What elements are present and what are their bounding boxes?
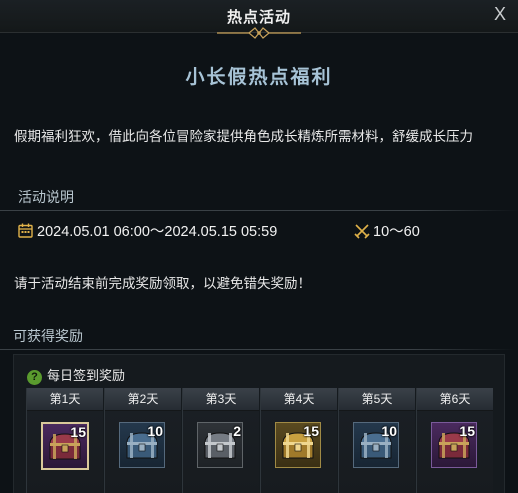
- day-5-column: 第5天 10: [338, 388, 415, 493]
- reward-count: 15: [459, 423, 475, 439]
- daily-signin-title: 每日签到奖励: [47, 368, 126, 383]
- day-label: 第1天: [27, 388, 103, 411]
- reward-count: 10: [381, 423, 397, 439]
- event-description: 假期福利狂欢，借此向各位冒险家提供角色成长精炼所需材料，舒缓成长压力: [14, 129, 473, 144]
- help-icon[interactable]: ?: [27, 370, 42, 385]
- event-time-range: 2024.05.01 06:00～2024.05.15 05:59: [37, 224, 278, 240]
- reward-slot[interactable]: 15: [275, 422, 321, 468]
- day-1-column: 第1天 15: [26, 388, 103, 493]
- day-list: 第1天 15 第2天 10 第3天 2 第4天 15 第5天 10 第6天 15: [26, 388, 494, 493]
- reward-slot[interactable]: 15: [431, 422, 477, 468]
- day-2-column: 第2天 10: [104, 388, 181, 493]
- day-6-column: 第6天 15: [416, 388, 493, 493]
- crossed-swords-icon: [354, 224, 370, 239]
- reward-count: 15: [70, 424, 86, 440]
- day-label: 第6天: [417, 388, 493, 411]
- calendar-icon: [18, 223, 33, 238]
- section-divider: [0, 210, 518, 211]
- day-label: 第3天: [183, 388, 259, 411]
- event-level: 10～60: [354, 220, 420, 241]
- event-level-range: 10～60: [373, 224, 420, 240]
- title-bar: 热点活动 X: [0, 0, 518, 39]
- day-3-column: 第3天 2: [182, 388, 259, 493]
- reward-slot[interactable]: 2: [197, 422, 243, 468]
- event-title: 小长假热点福利: [185, 67, 333, 88]
- daily-signin-panel: ? 每日签到奖励 第1天 15 第2天 10 第3天 2 第4天 15 第5天 10 第6天 15: [13, 354, 505, 493]
- section-rewards-label: 可获得奖励: [13, 328, 83, 344]
- section-event-info: 活动说明: [0, 187, 518, 211]
- day-label: 第5天: [339, 388, 415, 411]
- reward-slot[interactable]: 10: [119, 422, 165, 468]
- reward-slot[interactable]: 15: [41, 422, 89, 470]
- daily-signin-header: ? 每日签到奖励: [27, 365, 125, 385]
- event-time: 2024.05.01 06:00～2024.05.15 05:59: [18, 220, 278, 240]
- reward-count: 15: [303, 423, 319, 439]
- reward-slot[interactable]: 10: [353, 422, 399, 468]
- title-ornament-icon: [217, 27, 301, 39]
- day-label: 第2天: [105, 388, 181, 411]
- day-4-column: 第4天 15: [260, 388, 337, 493]
- reward-count: 10: [147, 423, 163, 439]
- section-divider: [0, 349, 515, 350]
- reward-count: 2: [233, 423, 241, 439]
- event-notice: 请于活动结束前完成奖励领取，以避免错失奖励！: [14, 276, 311, 291]
- close-button[interactable]: X: [490, 4, 510, 24]
- day-label: 第4天: [261, 388, 337, 411]
- section-rewards: 可获得奖励: [0, 326, 515, 350]
- section-event-info-label: 活动说明: [18, 189, 74, 205]
